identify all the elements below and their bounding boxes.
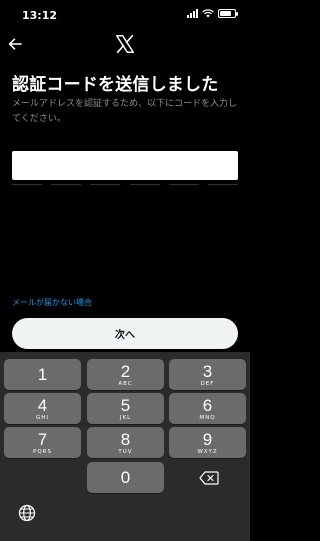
- key-3[interactable]: 3 DEF: [169, 359, 246, 390]
- status-icons: [187, 9, 238, 18]
- code-digit-slots: [12, 184, 238, 185]
- code-slot: [168, 184, 199, 185]
- globe-icon[interactable]: [18, 504, 36, 522]
- key-digit: 0: [120, 468, 131, 487]
- code-slot: [129, 184, 160, 185]
- page-description: メールアドレスを認証するため、以下にコードを入力してください。: [12, 99, 238, 124]
- key-letters: WXYZ: [197, 448, 218, 455]
- key-digit: 5: [120, 395, 131, 415]
- key-7[interactable]: 7 PQRS: [4, 427, 81, 458]
- x-logo-icon: [116, 34, 134, 54]
- key-1[interactable]: 1: [4, 359, 81, 390]
- verification-code-input[interactable]: [12, 151, 238, 180]
- key-digit: 7: [37, 429, 48, 449]
- battery-icon: [218, 9, 238, 18]
- status-time: 13:12: [22, 9, 58, 22]
- key-letters: PQRS: [33, 448, 52, 455]
- key-letters: JKL: [119, 414, 132, 421]
- status-bar: 13:12: [0, 0, 250, 28]
- key-digit: 6: [202, 395, 213, 415]
- arrow-left-icon[interactable]: [7, 36, 23, 52]
- key-digit: 8: [120, 429, 131, 449]
- code-slot: [90, 184, 121, 185]
- page-title: 認証コードを送信しました: [12, 75, 219, 95]
- wifi-icon: [202, 9, 214, 18]
- key-letters: GHI: [35, 414, 50, 421]
- key-digit: 9: [202, 429, 213, 449]
- numeric-keyboard: 1 2 ABC 3 DEF 4 GHI 5 JKL 6 MNO 7 PQRS 8…: [0, 352, 250, 541]
- key-8[interactable]: 8 TUV: [87, 427, 164, 458]
- key-6[interactable]: 6 MNO: [169, 393, 246, 424]
- top-nav: [0, 32, 250, 60]
- key-letters: MNO: [199, 414, 216, 421]
- backspace-icon: [198, 470, 219, 485]
- key-9[interactable]: 9 WXYZ: [169, 427, 246, 458]
- key-letters: TUV: [118, 448, 133, 455]
- key-0[interactable]: 0: [87, 462, 164, 493]
- key-digit: 2: [120, 361, 131, 381]
- key-letters: ABC: [118, 380, 133, 387]
- next-button[interactable]: 次へ: [12, 318, 238, 349]
- code-slot: [51, 184, 82, 185]
- cellular-signal-icon: [187, 9, 198, 18]
- code-slot: [207, 184, 238, 185]
- key-5[interactable]: 5 JKL: [87, 393, 164, 424]
- key-digit: 3: [202, 361, 213, 381]
- key-digit: 1: [37, 365, 48, 384]
- delete-key[interactable]: [170, 462, 247, 493]
- no-email-link[interactable]: メールが届かない場合: [12, 297, 92, 308]
- key-2[interactable]: 2 ABC: [87, 359, 164, 390]
- key-digit: 4: [37, 395, 48, 415]
- key-letters: DEF: [200, 380, 215, 387]
- key-4[interactable]: 4 GHI: [4, 393, 81, 424]
- code-slot: [12, 184, 42, 185]
